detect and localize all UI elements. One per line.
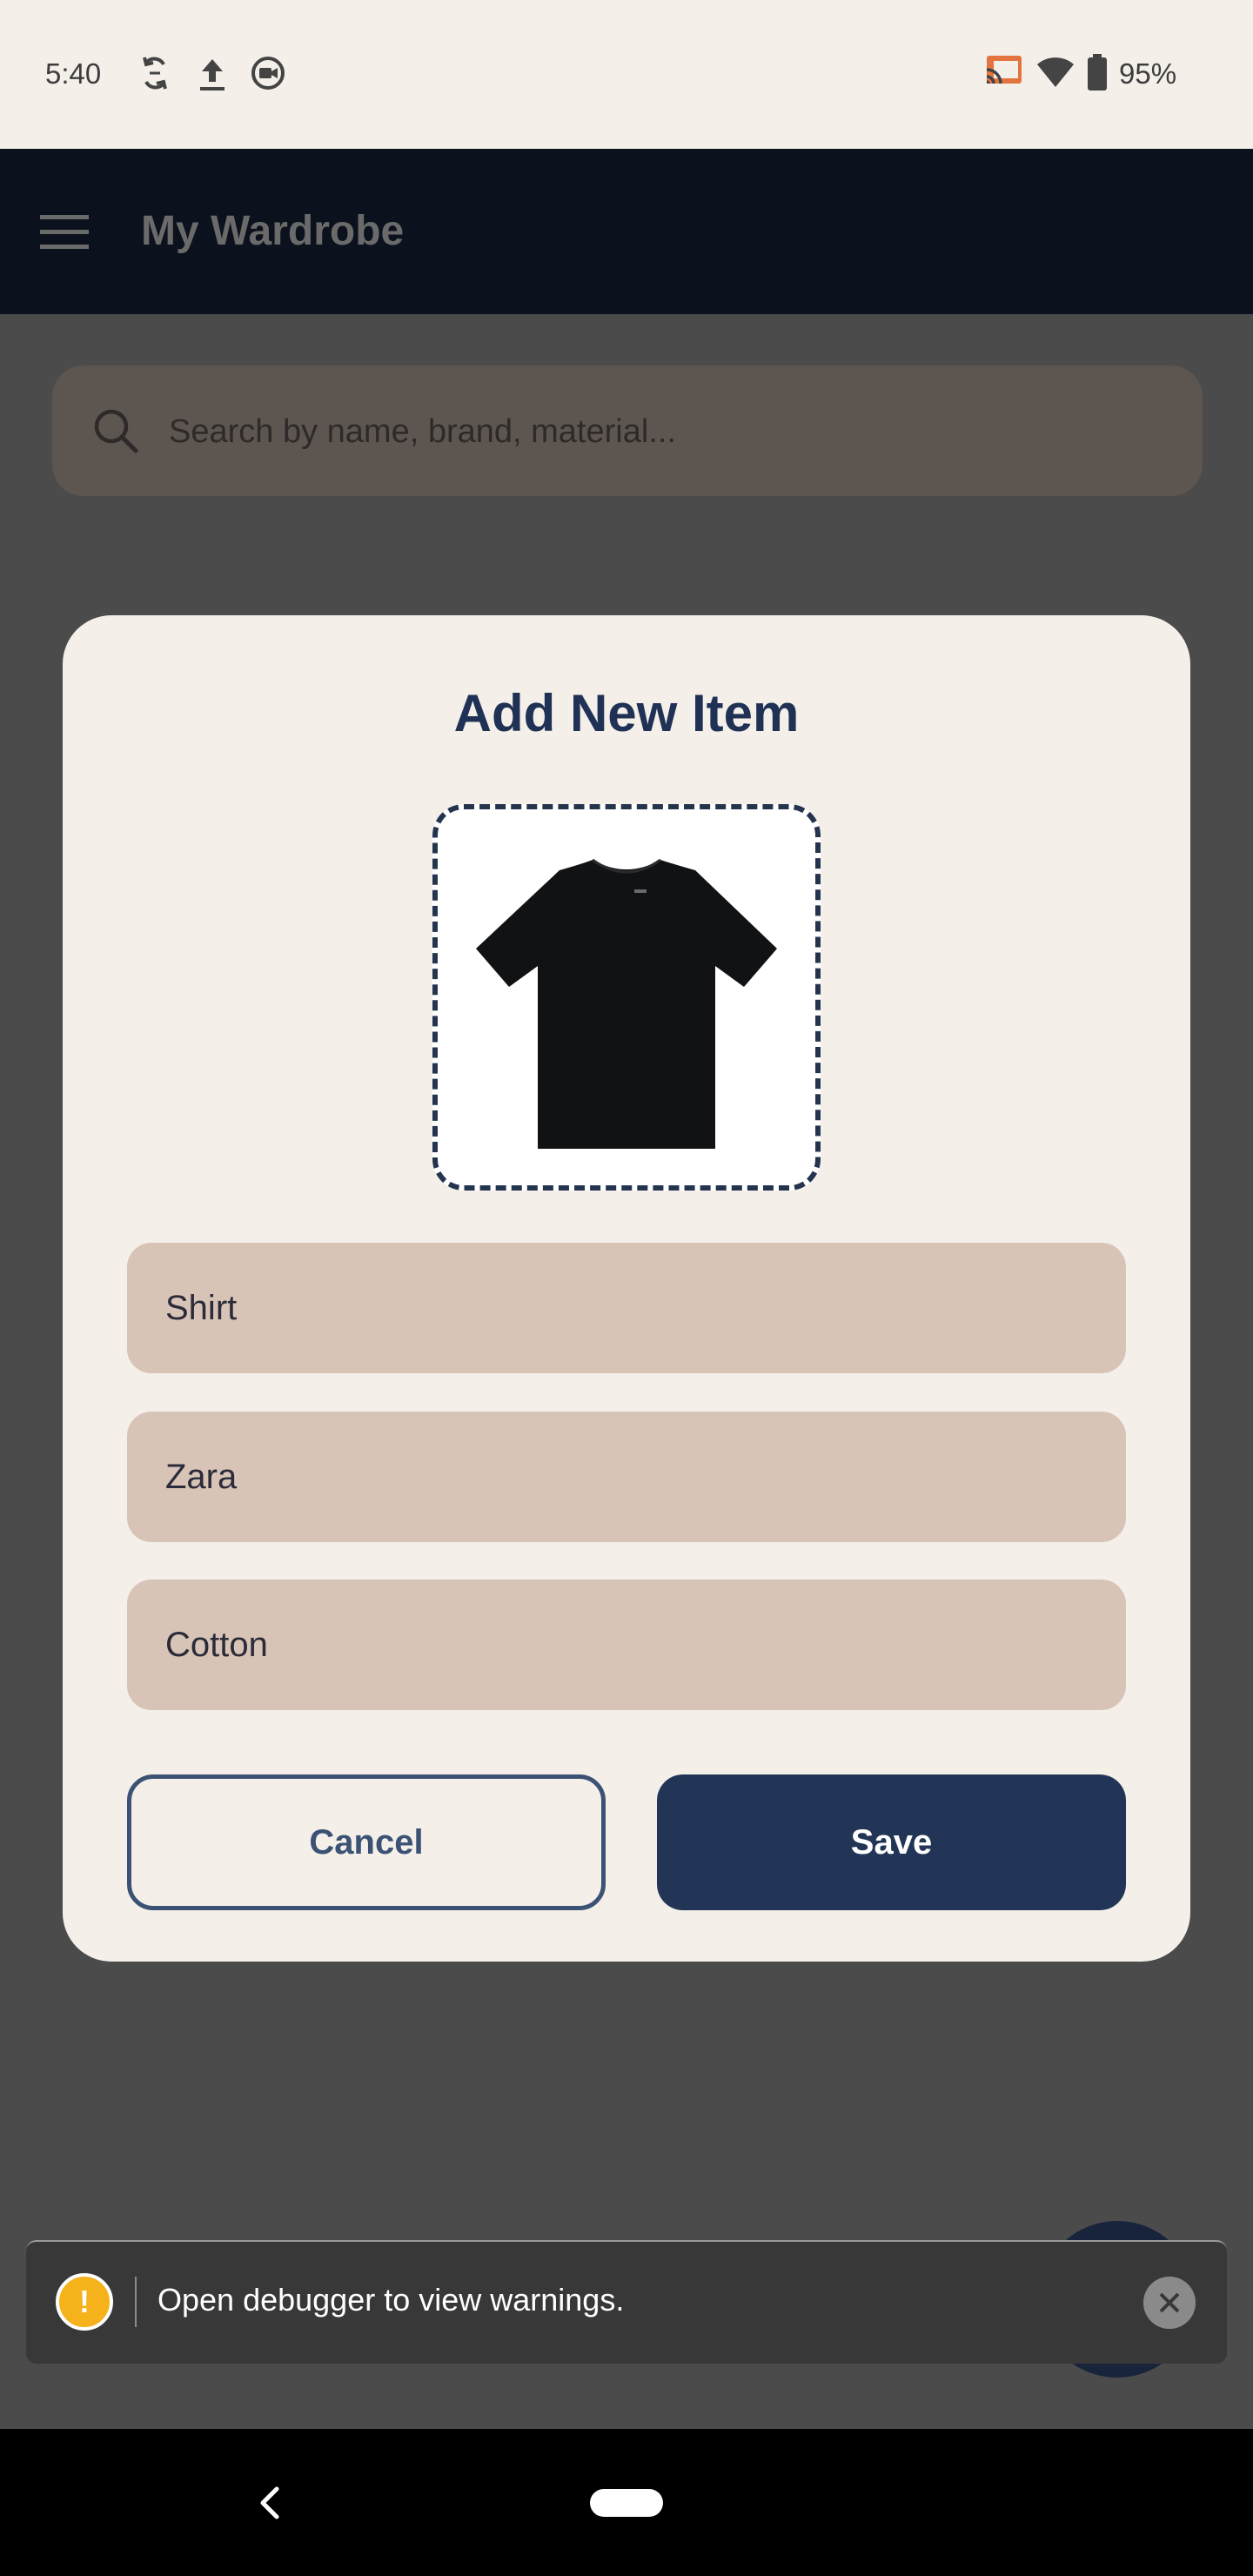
home-pill[interactable] bbox=[590, 2489, 663, 2517]
search-icon bbox=[94, 409, 138, 453]
cast-icon bbox=[986, 56, 1022, 84]
screen-record-icon bbox=[251, 57, 285, 90]
upload-icon bbox=[200, 59, 224, 91]
search-input[interactable] bbox=[169, 409, 1169, 454]
save-button[interactable]: Save bbox=[657, 1774, 1126, 1910]
battery-percent: 95% bbox=[1119, 57, 1177, 90]
toast-divider bbox=[135, 2277, 137, 2327]
sync-icon bbox=[143, 57, 167, 90]
battery-icon bbox=[1088, 54, 1107, 91]
image-picker[interactable] bbox=[432, 804, 821, 1191]
black-tshirt-image bbox=[476, 858, 777, 1149]
app-title: My Wardrobe bbox=[141, 208, 405, 254]
warning-icon: ! bbox=[56, 2273, 113, 2331]
toast-message[interactable]: Open debugger to view warnings. bbox=[157, 2282, 624, 2318]
status-time: 5:40 bbox=[45, 57, 102, 90]
screen: 5:40 95% My Wardrobe Search by name, bra… bbox=[0, 0, 1253, 2576]
material-field[interactable] bbox=[127, 1580, 1126, 1710]
wifi-icon bbox=[1037, 57, 1074, 87]
hamburger-menu-icon[interactable] bbox=[40, 213, 89, 252]
close-icon[interactable] bbox=[1143, 2277, 1196, 2329]
cancel-button[interactable]: Cancel bbox=[127, 1774, 606, 1910]
dialog-title: Add New Item bbox=[453, 684, 800, 742]
status-bar: 5:40 95% bbox=[0, 0, 1253, 149]
brand-field[interactable] bbox=[127, 1412, 1126, 1542]
back-icon[interactable] bbox=[254, 2484, 285, 2522]
item-name-field[interactable] bbox=[127, 1243, 1126, 1373]
